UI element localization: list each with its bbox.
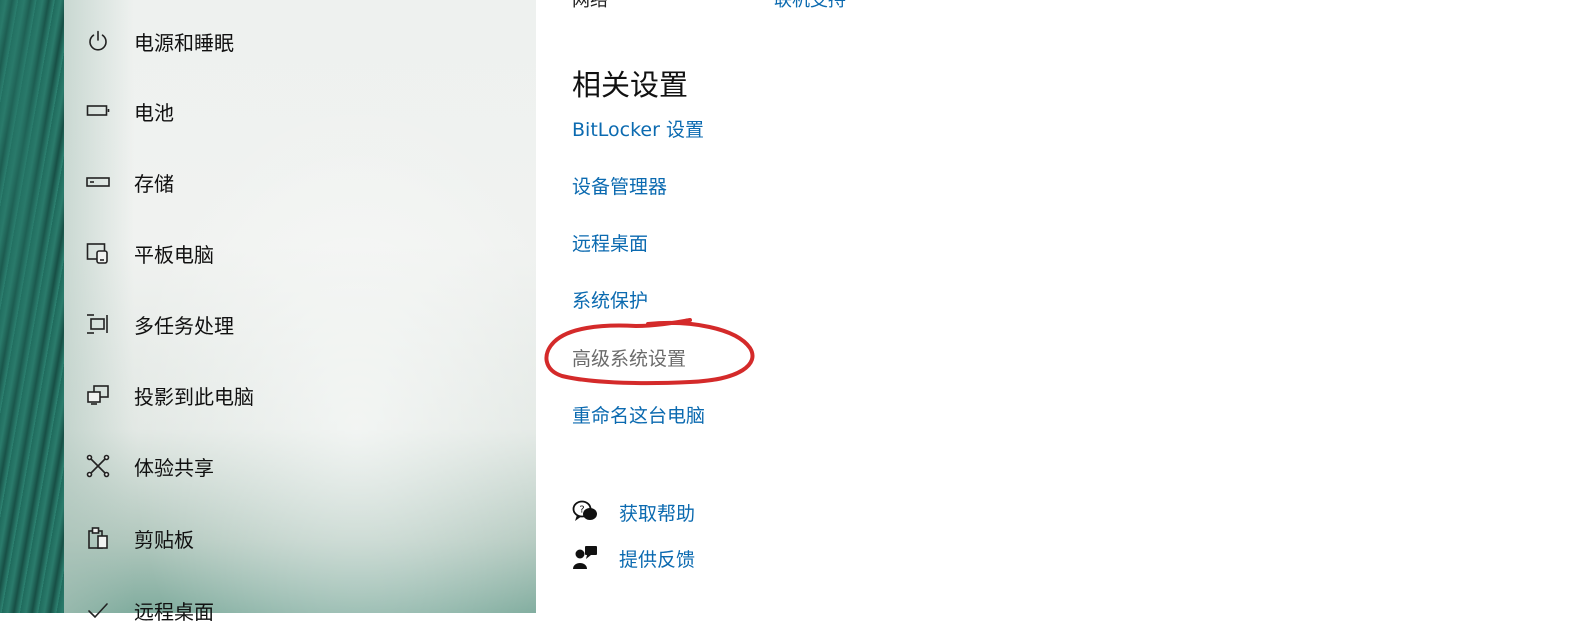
sidebar-item-label: 投影到此电脑 (134, 384, 254, 409)
desktop-wallpaper (0, 0, 64, 613)
clipboard-icon (86, 526, 110, 550)
device-manager-link[interactable]: 设备管理器 (572, 172, 667, 199)
get-help-icon: ? (572, 499, 598, 525)
settings-main-content: 网络 联机支持 相关设置 BitLocker 设置 设备管理器 远程桌面 系统保… (536, 0, 1590, 613)
sidebar-item-label: 电源和睡眠 (134, 30, 234, 55)
network-label: 网络 (572, 0, 608, 11)
projecting-icon (86, 383, 110, 407)
sidebar-item-tablet[interactable]: 平板电脑 (64, 223, 536, 283)
give-feedback-link[interactable]: 提供反馈 (619, 545, 695, 572)
bitlocker-settings-link[interactable]: BitLocker 设置 (572, 115, 704, 142)
system-protection-link[interactable]: 系统保护 (572, 286, 648, 313)
sidebar-item-label: 体验共享 (134, 455, 214, 480)
get-help-link[interactable]: 获取帮助 (619, 499, 695, 526)
remote-desktop-icon (86, 598, 110, 622)
battery-icon (86, 99, 110, 123)
power-icon (86, 29, 110, 53)
sidebar-item-power-sleep[interactable]: 电源和睡眠 (64, 11, 536, 71)
sidebar-item-battery[interactable]: 电池 (64, 81, 536, 141)
sidebar-item-label: 剪贴板 (134, 527, 194, 552)
sidebar-item-remote-desktop[interactable]: 远程桌面 (64, 580, 536, 640)
shared-experiences-icon (86, 454, 110, 478)
give-feedback-row[interactable]: 提供反馈 (572, 543, 695, 573)
multitasking-icon (86, 312, 110, 336)
sidebar-item-multitasking[interactable]: 多任务处理 (64, 294, 536, 354)
online-support-link[interactable]: 联机支持 (774, 0, 846, 12)
storage-icon (86, 170, 110, 194)
get-help-row[interactable]: ? 获取帮助 (572, 497, 695, 527)
sidebar-item-shared-experiences[interactable]: 体验共享 (64, 436, 536, 496)
red-circle-annotation (544, 318, 755, 386)
sidebar-item-label: 电池 (134, 100, 174, 125)
sidebar-item-label: 远程桌面 (134, 599, 214, 624)
feedback-icon (572, 545, 598, 571)
tablet-icon (86, 241, 110, 265)
settings-sidebar: 电源和睡眠 电池 存储 平板电脑 多任务处理 投影到此电脑 体验共享 剪贴板 远… (64, 0, 536, 624)
sidebar-item-storage[interactable]: 存储 (64, 152, 536, 212)
rename-this-pc-link[interactable]: 重命名这台电脑 (572, 401, 705, 428)
sidebar-item-label: 平板电脑 (134, 242, 214, 267)
related-settings-title: 相关设置 (572, 68, 689, 102)
sidebar-item-label: 多任务处理 (134, 313, 234, 338)
sidebar-item-label: 存储 (134, 171, 174, 196)
remote-desktop-link[interactable]: 远程桌面 (572, 229, 648, 256)
sidebar-item-projecting[interactable]: 投影到此电脑 (64, 365, 536, 425)
sidebar-item-clipboard[interactable]: 剪贴板 (64, 508, 536, 568)
svg-text:?: ? (579, 505, 584, 516)
